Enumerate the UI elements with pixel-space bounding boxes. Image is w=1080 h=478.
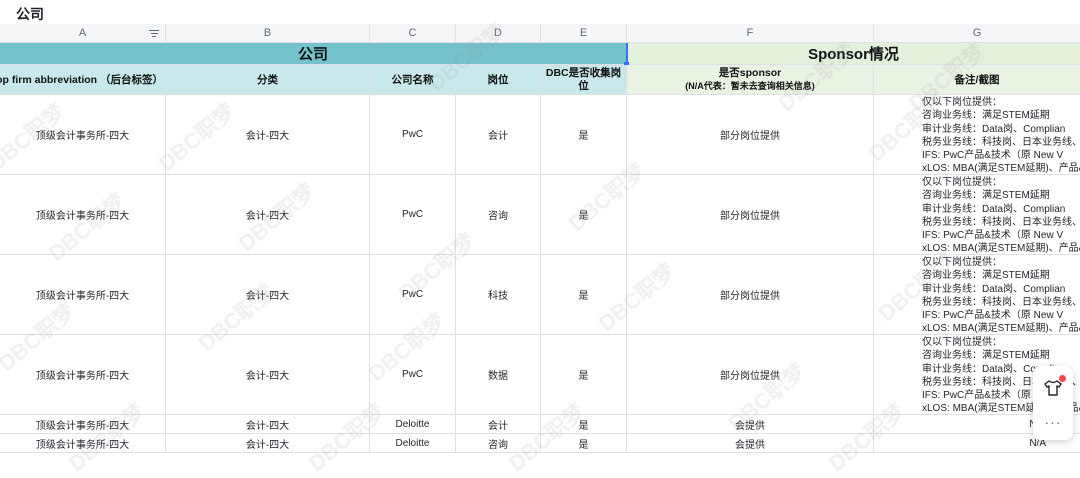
table-cell-f[interactable]: 会提供 bbox=[627, 415, 874, 434]
table-cell-a[interactable]: 顶级会计事务所-四大 bbox=[0, 434, 166, 453]
column-header-g[interactable]: G bbox=[874, 24, 1080, 43]
column-header-c[interactable]: C bbox=[370, 24, 456, 43]
column-letter-g: G bbox=[972, 27, 982, 39]
table-cell-g[interactable]: 仅以下岗位提供： 咨询业务线：满足STEM延期 审计业务线：Data岗、Compli… bbox=[874, 255, 1080, 335]
table-cell-d[interactable]: 咨询 bbox=[456, 434, 541, 453]
table-cell-a[interactable]: 顶级会计事务所-四大 bbox=[0, 175, 166, 255]
note-line: 咨询业务线：满足STEM延期 bbox=[922, 110, 1050, 122]
table-cell-f[interactable]: 部分岗位提供 bbox=[627, 255, 874, 335]
table-cell-c[interactable]: PwC bbox=[370, 335, 456, 415]
note-line: 咨询业务线：满足STEM延期 bbox=[922, 190, 1050, 202]
table-cell-d[interactable]: 会计 bbox=[456, 415, 541, 434]
note-line: xLOS: MBA(满足STEM延期)、产品&技 bbox=[922, 243, 1080, 255]
table-cell-e[interactable]: 是 bbox=[541, 434, 627, 453]
note-line: 审计业务线：Data岗、Complian bbox=[922, 203, 1066, 215]
table-cell-b[interactable]: 会计-四大 bbox=[166, 434, 370, 453]
note-line: 税务业务线：科技岗、日本业务线、 bbox=[922, 216, 1080, 228]
table-cell-f[interactable]: 会提供 bbox=[627, 434, 874, 453]
note-line: 仅以下岗位提供： bbox=[922, 97, 1002, 108]
note-line: 仅以下岗位提供： bbox=[922, 337, 1002, 348]
table-cell-d[interactable]: 咨询 bbox=[456, 175, 541, 255]
table-cell-e[interactable]: 是 bbox=[541, 335, 627, 415]
table-cell-e[interactable]: 是 bbox=[541, 415, 627, 434]
note-line: 仅以下岗位提供： bbox=[922, 177, 1002, 188]
column-header-f[interactable]: F bbox=[627, 24, 874, 43]
table-cell-b[interactable]: 会计-四大 bbox=[166, 95, 370, 175]
column-letter-c: C bbox=[408, 27, 417, 39]
header-sponsor-main: 是否sponsor bbox=[718, 66, 782, 79]
note-line: 税务业务线：科技岗、日本业务线、 bbox=[922, 296, 1080, 308]
column-letter-f: F bbox=[746, 27, 754, 39]
column-header-d[interactable]: D bbox=[456, 24, 541, 43]
note-line: 审计业务线：Data岗、Complian bbox=[922, 283, 1066, 295]
more-icon[interactable]: ··· bbox=[1033, 414, 1073, 430]
table-cell-c[interactable]: PwC bbox=[370, 175, 456, 255]
note-line: IFS: PwC产品&技术（原 New V bbox=[922, 310, 1064, 322]
table-cell-d[interactable]: 数据 bbox=[456, 335, 541, 415]
filter-icon[interactable] bbox=[149, 28, 159, 38]
note-line: 审计业务线：Data岗、Complian bbox=[922, 123, 1066, 135]
table-cell-b[interactable]: 会计-四大 bbox=[166, 175, 370, 255]
table-cell-b[interactable]: 会计-四大 bbox=[166, 255, 370, 335]
sheet-title-bar: 公司 bbox=[0, 0, 1080, 25]
table-cell-e[interactable]: 是 bbox=[541, 95, 627, 175]
note-line: xLOS: MBA(满足STEM延期)、产品&技 bbox=[922, 323, 1080, 335]
table-cell-c[interactable]: Deloitte bbox=[370, 434, 456, 453]
table-cell-g[interactable]: 仅以下岗位提供： 咨询业务线：满足STEM延期 审计业务线：Data岗、Compli… bbox=[874, 175, 1080, 255]
note-line: IFS: PwC产品&技术（原 New V bbox=[922, 230, 1064, 242]
table-cell-e[interactable]: 是 bbox=[541, 175, 627, 255]
table-cell-a[interactable]: 顶级会计事务所-四大 bbox=[0, 95, 166, 175]
column-header-b[interactable]: B bbox=[166, 24, 370, 43]
note-line: xLOS: MBA(满足STEM延期)、产品&技 bbox=[922, 163, 1080, 175]
sponsor-band[interactable]: Sponsor情况 bbox=[627, 43, 1080, 65]
table-cell-b[interactable]: 会计-四大 bbox=[166, 335, 370, 415]
table-cell-g[interactable]: 仅以下岗位提供： 咨询业务线：满足STEM延期 审计业务线：Data岗、Compli… bbox=[874, 95, 1080, 175]
header-dbc-collect[interactable]: DBC是否收集岗位 bbox=[541, 65, 627, 95]
column-header-e[interactable]: E bbox=[541, 24, 627, 43]
note-line: 税务业务线：科技岗、日本业务线、 bbox=[922, 136, 1080, 148]
sheet-title: 公司 bbox=[16, 6, 44, 22]
column-letter-a: A bbox=[78, 27, 87, 39]
column-letter-d: D bbox=[494, 27, 502, 39]
header-firm-abbreviation[interactable]: op firm abbreviation （后台标签） bbox=[0, 65, 166, 95]
table-cell-e[interactable]: 是 bbox=[541, 255, 627, 335]
table-cell-a[interactable]: 顶级会计事务所-四大 bbox=[0, 335, 166, 415]
table-cell-f[interactable]: 部分岗位提供 bbox=[627, 175, 874, 255]
header-notes[interactable]: 备注/截图 bbox=[874, 65, 1080, 95]
note-line: 咨询业务线：满足STEM延期 bbox=[922, 270, 1050, 282]
note-line: 仅以下岗位提供： bbox=[922, 257, 1002, 268]
table-cell-a[interactable]: 顶级会计事务所-四大 bbox=[0, 255, 166, 335]
column-header-a[interactable]: A bbox=[0, 24, 166, 43]
table-cell-c[interactable]: PwC bbox=[370, 95, 456, 175]
table-cell-f[interactable]: 部分岗位提供 bbox=[627, 95, 874, 175]
table-cell-c[interactable]: Deloitte bbox=[370, 415, 456, 434]
column-letter-b: B bbox=[263, 27, 272, 39]
header-sponsor-sub: (N/A代表：暂未去查询相关信息) bbox=[685, 80, 815, 91]
table-cell-f[interactable]: 部分岗位提供 bbox=[627, 335, 874, 415]
header-sponsor[interactable]: 是否sponsor (N/A代表：暂未去查询相关信息) bbox=[627, 65, 874, 95]
table-cell-c[interactable]: PwC bbox=[370, 255, 456, 335]
table-cell-b[interactable]: 会计-四大 bbox=[166, 415, 370, 434]
column-letter-e: E bbox=[579, 27, 588, 39]
company-band[interactable]: 公司 bbox=[0, 43, 627, 65]
table-cell-a[interactable]: 顶级会计事务所-四大 bbox=[0, 415, 166, 434]
notification-dot bbox=[1059, 375, 1066, 382]
note-line: IFS: PwC产品&技术（原 New V bbox=[922, 150, 1064, 162]
header-company-name[interactable]: 公司名称 bbox=[370, 65, 456, 95]
header-category[interactable]: 分类 bbox=[166, 65, 370, 95]
note-line: 咨询业务线：满足STEM延期 bbox=[922, 350, 1050, 362]
table-cell-d[interactable]: 会计 bbox=[456, 95, 541, 175]
header-position[interactable]: 岗位 bbox=[456, 65, 541, 95]
table-cell-d[interactable]: 科技 bbox=[456, 255, 541, 335]
floating-toolbar[interactable]: ··· bbox=[1033, 366, 1073, 440]
